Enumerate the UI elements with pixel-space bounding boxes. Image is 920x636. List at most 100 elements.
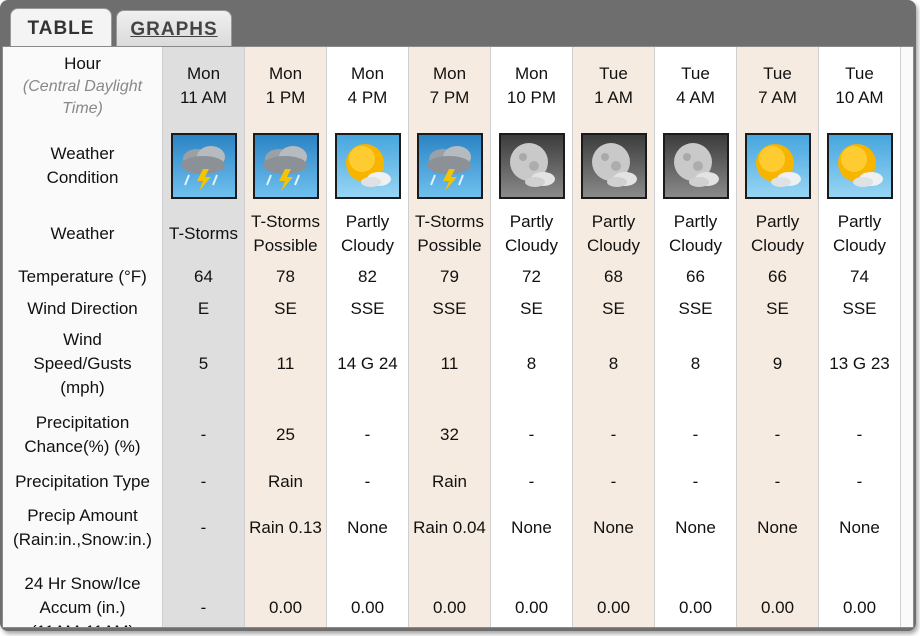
- condition-cell: [409, 125, 491, 207]
- precip-chance-value: -: [819, 403, 901, 467]
- column-header: Tue 1 AM: [573, 47, 655, 125]
- wind-speed-value: 14 G 24: [327, 325, 409, 403]
- wind-speed-value: 8: [573, 325, 655, 403]
- column-header: Tue 7 AM: [737, 47, 819, 125]
- hour-label: Hour: [64, 54, 101, 73]
- precip-type-value: -: [491, 467, 573, 497]
- time-label: 1 PM: [265, 88, 306, 107]
- weather-text: T-Storms Possible: [245, 207, 327, 261]
- wind-direction-value: SE: [491, 293, 573, 325]
- wind-direction-value: SSE: [819, 293, 901, 325]
- label-hour: Hour (Central Daylight Time): [3, 47, 163, 125]
- wind-speed-value: 8: [655, 325, 737, 403]
- precip-chance-value: -: [573, 403, 655, 467]
- column-header: Mon 10 PM: [491, 47, 573, 125]
- weather-text: Partly Cloudy: [327, 207, 409, 261]
- tab-table[interactable]: TABLE: [10, 8, 112, 48]
- precip-amount-value: None: [737, 497, 819, 559]
- temperature-value: 68: [573, 261, 655, 293]
- precip-type-value: -: [737, 467, 819, 497]
- label-weather: Weather: [3, 207, 163, 261]
- weather-text: Partly Cloudy: [737, 207, 819, 261]
- wind-speed-value: 8: [491, 325, 573, 403]
- time-label: 7 AM: [758, 88, 797, 107]
- wind-direction-value: SE: [737, 293, 819, 325]
- condition-cell: [491, 125, 573, 207]
- day-label: Tue: [763, 64, 792, 83]
- timezone-label: (Central Daylight Time): [22, 78, 143, 117]
- forecast-table: Hour (Central Daylight Time) Weather Cond…: [3, 47, 901, 627]
- time-label: 4 PM: [347, 88, 388, 107]
- snow-accum-value: 0.00: [819, 559, 901, 627]
- weather-text: Partly Cloudy: [573, 207, 655, 261]
- temperature-value: 78: [245, 261, 327, 293]
- wind-speed-value: 13 G 23: [819, 325, 901, 403]
- wind-speed-value: 11: [245, 325, 327, 403]
- partly-cloudy-night-icon: [580, 133, 647, 199]
- column-header: Mon 1 PM: [245, 47, 327, 125]
- partly-cloudy-day-icon: [826, 133, 893, 199]
- temperature-value: 79: [409, 261, 491, 293]
- precip-type-value: -: [819, 467, 901, 497]
- wind-direction-value: SSE: [655, 293, 737, 325]
- condition-cell: [163, 125, 245, 207]
- thunderstorm-icon: [170, 133, 237, 199]
- precip-type-value: -: [655, 467, 737, 497]
- snow-accum-value: 0.00: [245, 559, 327, 627]
- wind-direction-value: E: [163, 293, 245, 325]
- temperature-value: 82: [327, 261, 409, 293]
- time-label: 11 AM: [180, 88, 227, 107]
- wind-direction-value: SE: [245, 293, 327, 325]
- condition-cell: [245, 125, 327, 207]
- tab-graphs[interactable]: GRAPHS: [116, 10, 232, 48]
- column-header: Mon 7 PM: [409, 47, 491, 125]
- wind-direction-value: SE: [573, 293, 655, 325]
- time-label: 1 AM: [594, 88, 633, 107]
- snow-accum-value: 0.00: [573, 559, 655, 627]
- precip-chance-value: 32: [409, 403, 491, 467]
- precip-amount-value: None: [573, 497, 655, 559]
- partly-cloudy-day-icon: [334, 133, 401, 199]
- column-header: Tue 4 AM: [655, 47, 737, 125]
- weather-text: T-Storms: [163, 207, 245, 261]
- label-wind-speed: Wind Speed/Gusts (mph): [3, 325, 163, 403]
- precip-type-value: Rain: [245, 467, 327, 497]
- temperature-value: 74: [819, 261, 901, 293]
- weather-text: Partly Cloudy: [491, 207, 573, 261]
- temperature-value: 64: [163, 261, 245, 293]
- snow-accum-value: 0.00: [655, 559, 737, 627]
- snow-accum-value: 0.00: [491, 559, 573, 627]
- weather-text: T-Storms Possible: [409, 207, 491, 261]
- snow-accum-value: 0.00: [327, 559, 409, 627]
- column-header: Tue 10 AM: [819, 47, 901, 125]
- day-label: Mon: [350, 64, 385, 83]
- label-temperature: Temperature (°F): [3, 261, 163, 293]
- wind-direction-value: SSE: [409, 293, 491, 325]
- thunderstorm-icon: [252, 133, 319, 199]
- precip-chance-value: -: [655, 403, 737, 467]
- day-label: Tue: [599, 64, 628, 83]
- day-label: Tue: [681, 64, 710, 83]
- partly-cloudy-night-icon: [498, 133, 565, 199]
- day-label: Mon: [514, 64, 549, 83]
- label-condition: Weather Condition: [3, 125, 163, 207]
- precip-type-value: -: [327, 467, 409, 497]
- precip-chance-value: -: [737, 403, 819, 467]
- wind-speed-value: 11: [409, 325, 491, 403]
- condition-cell: [327, 125, 409, 207]
- temperature-value: 72: [491, 261, 573, 293]
- snow-accum-value: 0.00: [737, 559, 819, 627]
- forecast-window: TABLE GRAPHS Hour (Central Daylight Time)…: [0, 0, 916, 631]
- partly-cloudy-day-icon: [744, 133, 811, 199]
- precip-amount-value: None: [819, 497, 901, 559]
- label-precip-chance: Precipitation Chance(%) (%): [3, 403, 163, 467]
- temperature-value: 66: [655, 261, 737, 293]
- precip-chance-value: -: [163, 403, 245, 467]
- precip-amount-value: None: [655, 497, 737, 559]
- precip-type-value: -: [573, 467, 655, 497]
- column-header: Mon 4 PM: [327, 47, 409, 125]
- precip-chance-value: -: [327, 403, 409, 467]
- precip-type-value: Rain: [409, 467, 491, 497]
- wind-direction-value: SSE: [327, 293, 409, 325]
- thunderstorm-icon: [416, 133, 483, 199]
